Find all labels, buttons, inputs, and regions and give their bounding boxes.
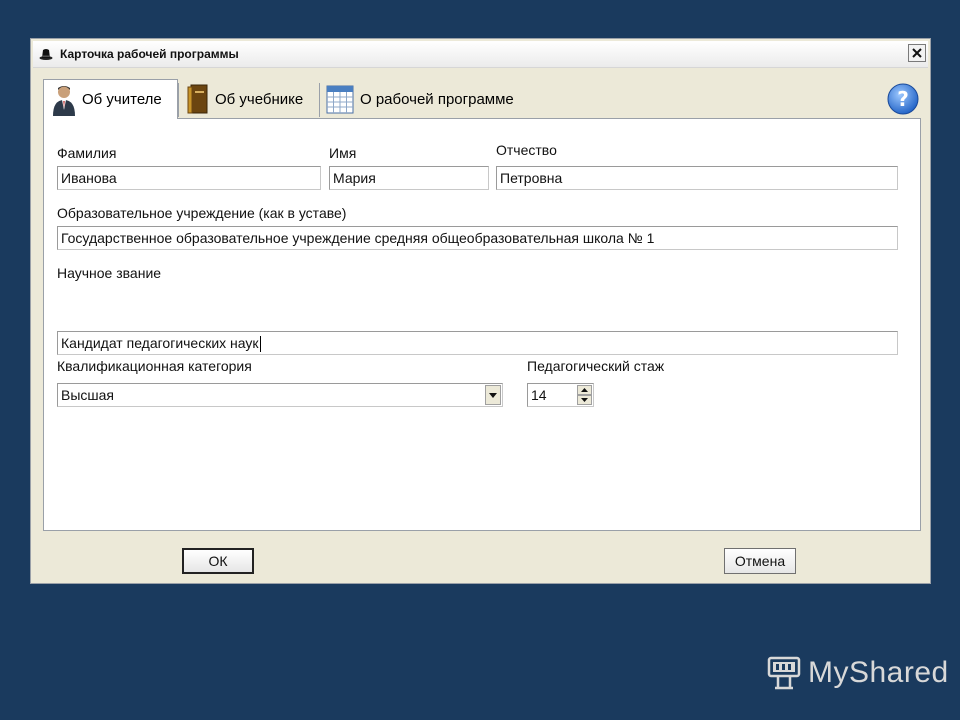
experience-label: Педагогический стаж <box>527 358 665 374</box>
name-label: Имя <box>329 145 357 161</box>
tab-strip: Об учителе Об учебнике О рабочей програм… <box>43 79 923 119</box>
black-hat-icon <box>39 49 53 60</box>
stepper-buttons <box>577 385 592 405</box>
category-dropdown-button[interactable] <box>485 385 501 405</box>
brand-text: MyShared <box>808 656 949 689</box>
tab-label: Об учителе <box>82 91 162 108</box>
teacher-info-panel: Фамилия Имя Отчество Иванова Мария Петро… <box>43 118 921 531</box>
tab-separator <box>319 83 320 117</box>
title-bar[interactable]: Карточка рабочей программы <box>33 41 928 68</box>
patronymic-label: Отчество <box>496 142 557 158</box>
book-icon <box>187 84 208 114</box>
surname-value: Иванова <box>61 170 117 186</box>
degree-label: Научное звание <box>57 265 162 281</box>
tab-about-textbook[interactable]: Об учебнике <box>187 79 317 119</box>
calendar-icon <box>326 85 354 114</box>
experience-stepper[interactable]: 14 <box>527 383 594 407</box>
category-label: Квалификационная категория <box>57 358 252 374</box>
name-value: Мария <box>333 170 376 186</box>
increment-button[interactable] <box>577 385 592 395</box>
svg-text:?: ? <box>897 87 909 111</box>
ok-button[interactable]: ОК <box>182 548 254 574</box>
arrow-down-icon <box>581 398 588 402</box>
institution-field[interactable]: Государственное образовательное учрежден… <box>57 226 898 250</box>
institution-label: Образовательное учреждение (как в уставе… <box>57 205 347 221</box>
name-field[interactable]: Мария <box>329 166 489 190</box>
tab-label: Об учебнике <box>215 90 304 108</box>
close-icon <box>912 48 922 58</box>
tab-about-teacher[interactable]: Об учителе <box>43 79 178 119</box>
degree-value: Кандидат педагогических наук <box>61 335 259 351</box>
dialog-window: Карточка рабочей программы Об учителе Об… <box>30 38 931 584</box>
tab-about-program[interactable]: О рабочей программе <box>326 79 556 119</box>
decrement-button[interactable] <box>577 395 592 405</box>
presentation-board-icon <box>767 656 801 690</box>
tab-separator <box>178 83 179 117</box>
window-title: Карточка рабочей программы <box>60 47 239 61</box>
degree-field[interactable]: Кандидат педагогических наук <box>57 331 898 355</box>
teacher-icon <box>53 85 75 116</box>
institution-value: Государственное образовательное учрежден… <box>61 230 655 246</box>
arrow-up-icon <box>581 388 588 392</box>
cancel-button[interactable]: Отмена <box>724 548 796 574</box>
text-cursor <box>259 336 261 353</box>
patronymic-field[interactable]: Петровна <box>496 166 898 190</box>
category-value: Высшая <box>61 387 114 403</box>
close-button[interactable] <box>908 44 926 62</box>
category-select[interactable]: Высшая <box>57 383 503 407</box>
surname-label: Фамилия <box>57 145 117 161</box>
surname-field[interactable]: Иванова <box>57 166 321 190</box>
help-icon[interactable]: ? <box>887 83 919 115</box>
tab-label: О рабочей программе <box>360 90 514 108</box>
chevron-down-icon <box>489 392 497 398</box>
brand-watermark: MyShared <box>766 655 949 691</box>
experience-value: 14 <box>531 387 547 403</box>
patronymic-value: Петровна <box>500 170 563 186</box>
